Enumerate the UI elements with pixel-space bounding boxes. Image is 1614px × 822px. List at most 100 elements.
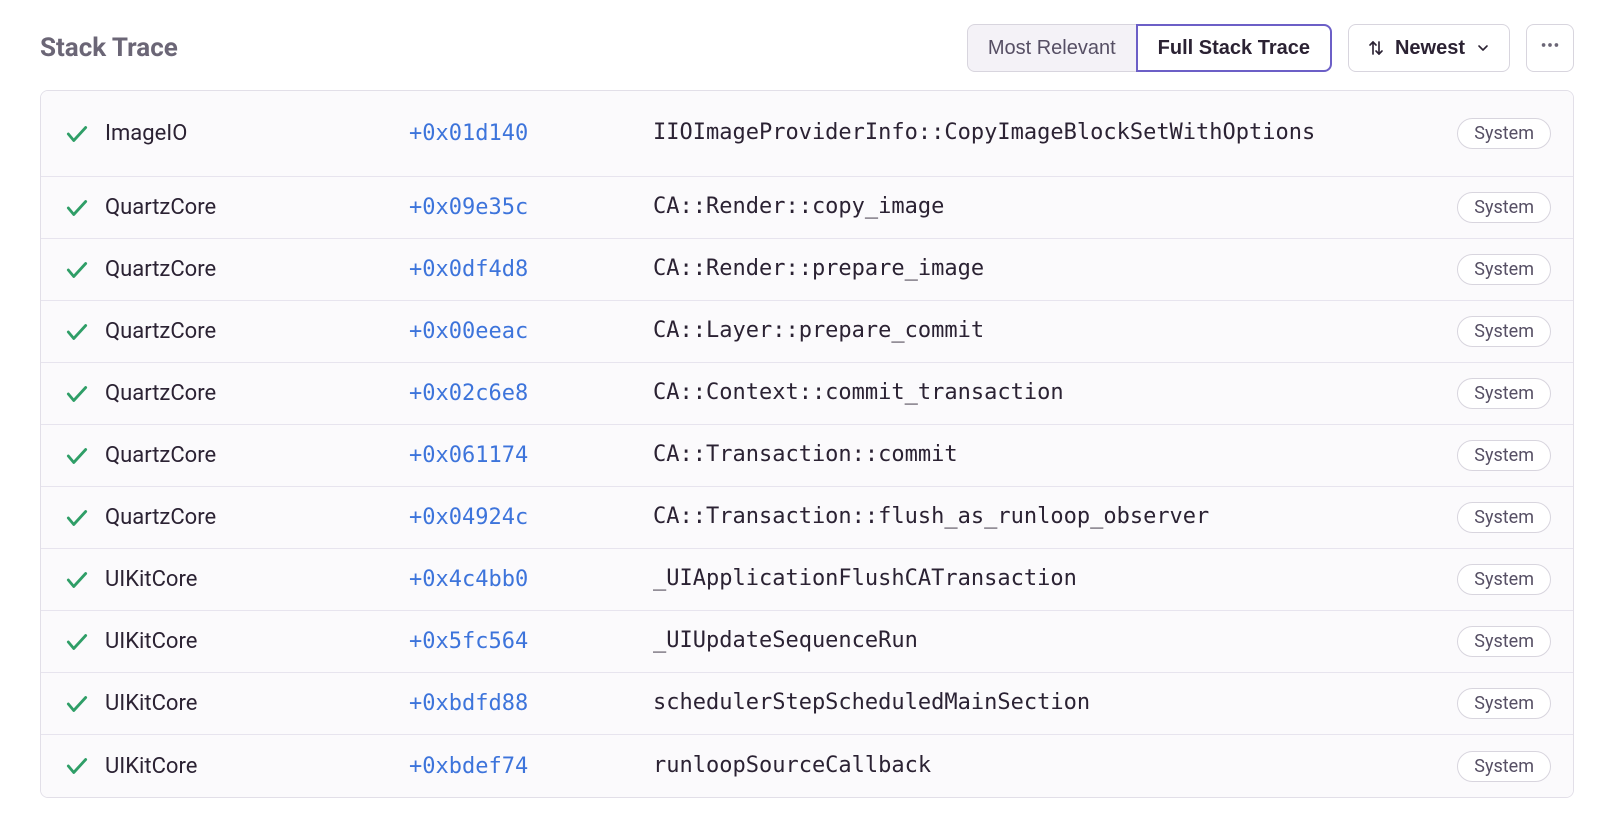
stack-frame-row[interactable]: QuartzCore +0x061174 CA::Transaction::comm… xyxy=(41,425,1573,487)
more-options-button[interactable] xyxy=(1526,24,1574,72)
check-icon xyxy=(64,567,90,593)
frame-module: QuartzCore xyxy=(105,257,395,282)
stack-frame-row[interactable]: UIKitCore +0x4c4bb0 _UIApplicationFlushCAT… xyxy=(41,549,1573,611)
frame-offset[interactable]: +0x061174 xyxy=(409,443,639,468)
frame-offset[interactable]: +0xbdef74 xyxy=(409,754,639,779)
stack-frame-row[interactable]: UIKitCore +0xbdfd88 schedulerStepScheduled… xyxy=(41,673,1573,735)
system-tag[interactable]: System xyxy=(1457,502,1551,533)
frame-offset[interactable]: +0x00eeac xyxy=(409,319,639,344)
frame-symbol: CA::Render::copy_image xyxy=(653,192,1443,223)
frame-module: UIKitCore xyxy=(105,629,395,654)
frame-tag-col: System xyxy=(1457,316,1551,347)
sort-order-button[interactable]: Newest xyxy=(1348,24,1510,72)
frame-tag-col: System xyxy=(1457,502,1551,533)
most-relevant-button[interactable]: Most Relevant xyxy=(967,24,1137,72)
system-tag[interactable]: System xyxy=(1457,378,1551,409)
frame-tag-col: System xyxy=(1457,118,1551,149)
frame-symbol: CA::Transaction::flush_as_runloop_observ… xyxy=(653,502,1443,533)
check-icon xyxy=(64,257,90,283)
frame-status xyxy=(63,319,91,345)
system-tag[interactable]: System xyxy=(1457,564,1551,595)
frame-symbol: CA::Transaction::commit xyxy=(653,440,1443,471)
stack-frame-row[interactable]: UIKitCore +0x5fc564 _UIUpdateSequenceRun Sy… xyxy=(41,611,1573,673)
frame-status xyxy=(63,257,91,283)
check-icon xyxy=(64,319,90,345)
frame-symbol: CA::Context::commit_transaction xyxy=(653,378,1443,409)
check-icon xyxy=(64,443,90,469)
frame-module: QuartzCore xyxy=(105,195,395,220)
frame-status xyxy=(63,505,91,531)
frame-symbol: CA::Render::prepare_image xyxy=(653,254,1443,285)
system-tag[interactable]: System xyxy=(1457,254,1551,285)
stack-frame-row[interactable]: QuartzCore +0x02c6e8 CA::Context::commit_t… xyxy=(41,363,1573,425)
frame-offset[interactable]: +0x09e35c xyxy=(409,195,639,220)
frame-symbol: _UIUpdateSequenceRun xyxy=(653,626,1443,657)
frame-module: QuartzCore xyxy=(105,381,395,406)
frame-offset[interactable]: +0x01d140 xyxy=(409,121,639,146)
frame-status xyxy=(63,691,91,717)
full-stack-trace-button[interactable]: Full Stack Trace xyxy=(1136,24,1332,72)
frame-status xyxy=(63,629,91,655)
frame-symbol: _UIApplicationFlushCATransaction xyxy=(653,564,1443,595)
frame-status xyxy=(63,753,91,779)
sort-label: Newest xyxy=(1395,37,1465,60)
frame-module: QuartzCore xyxy=(105,505,395,530)
frame-status xyxy=(63,381,91,407)
ellipsis-icon xyxy=(1539,34,1561,62)
check-icon xyxy=(64,381,90,407)
system-tag[interactable]: System xyxy=(1457,440,1551,471)
stack-frames-list: ImageIO +0x01d140 IIOImageProviderInfo::Co… xyxy=(40,90,1574,798)
frame-offset[interactable]: +0x4c4bb0 xyxy=(409,567,639,592)
system-tag[interactable]: System xyxy=(1457,316,1551,347)
check-icon xyxy=(64,753,90,779)
chevron-down-icon xyxy=(1475,40,1491,56)
system-tag[interactable]: System xyxy=(1457,688,1551,719)
stack-frame-row[interactable]: UIKitCore +0xbdef74 runloopSourceCallback S… xyxy=(41,735,1573,797)
frame-status xyxy=(63,121,91,147)
frame-offset[interactable]: +0x5fc564 xyxy=(409,629,639,654)
frame-offset[interactable]: +0x02c6e8 xyxy=(409,381,639,406)
check-icon xyxy=(64,691,90,717)
frame-symbol: schedulerStepScheduledMainSection xyxy=(653,688,1443,719)
check-icon xyxy=(64,505,90,531)
frame-offset[interactable]: +0xbdfd88 xyxy=(409,691,639,716)
frame-module: UIKitCore xyxy=(105,567,395,592)
frame-tag-col: System xyxy=(1457,254,1551,285)
frame-offset[interactable]: +0x0df4d8 xyxy=(409,257,639,282)
frame-tag-col: System xyxy=(1457,378,1551,409)
frame-symbol: runloopSourceCallback xyxy=(653,751,1443,782)
view-mode-toggle: Most Relevant Full Stack Trace xyxy=(967,24,1332,72)
frame-tag-col: System xyxy=(1457,192,1551,223)
frame-module: QuartzCore xyxy=(105,443,395,468)
system-tag[interactable]: System xyxy=(1457,626,1551,657)
controls: Most Relevant Full Stack Trace Newest xyxy=(967,24,1574,72)
frame-status xyxy=(63,567,91,593)
stack-frame-row[interactable]: QuartzCore +0x04924c CA::Transaction::flus… xyxy=(41,487,1573,549)
frame-tag-col: System xyxy=(1457,751,1551,782)
frame-module: QuartzCore xyxy=(105,319,395,344)
frame-symbol: IIOImageProviderInfo::CopyImageBlockSetW… xyxy=(653,118,1443,149)
frame-tag-col: System xyxy=(1457,564,1551,595)
system-tag[interactable]: System xyxy=(1457,118,1551,149)
stack-frame-row[interactable]: QuartzCore +0x00eeac CA::Layer::prepare_co… xyxy=(41,301,1573,363)
frame-module: ImageIO xyxy=(105,121,395,146)
sort-arrows-icon xyxy=(1367,39,1385,57)
frame-tag-col: System xyxy=(1457,626,1551,657)
frame-status xyxy=(63,195,91,221)
check-icon xyxy=(64,121,90,147)
frame-symbol: CA::Layer::prepare_commit xyxy=(653,316,1443,347)
system-tag[interactable]: System xyxy=(1457,751,1551,782)
frame-offset[interactable]: +0x04924c xyxy=(409,505,639,530)
check-icon xyxy=(64,629,90,655)
frame-tag-col: System xyxy=(1457,688,1551,719)
check-icon xyxy=(64,195,90,221)
section-title: Stack Trace xyxy=(40,33,178,63)
system-tag[interactable]: System xyxy=(1457,192,1551,223)
frame-module: UIKitCore xyxy=(105,691,395,716)
stack-frame-row[interactable]: QuartzCore +0x09e35c CA::Render::copy_imag… xyxy=(41,177,1573,239)
frame-tag-col: System xyxy=(1457,440,1551,471)
stack-frame-row[interactable]: ImageIO +0x01d140 IIOImageProviderInfo::Co… xyxy=(41,91,1573,177)
frame-status xyxy=(63,443,91,469)
frame-module: UIKitCore xyxy=(105,754,395,779)
stack-frame-row[interactable]: QuartzCore +0x0df4d8 CA::Render::prepare_i… xyxy=(41,239,1573,301)
